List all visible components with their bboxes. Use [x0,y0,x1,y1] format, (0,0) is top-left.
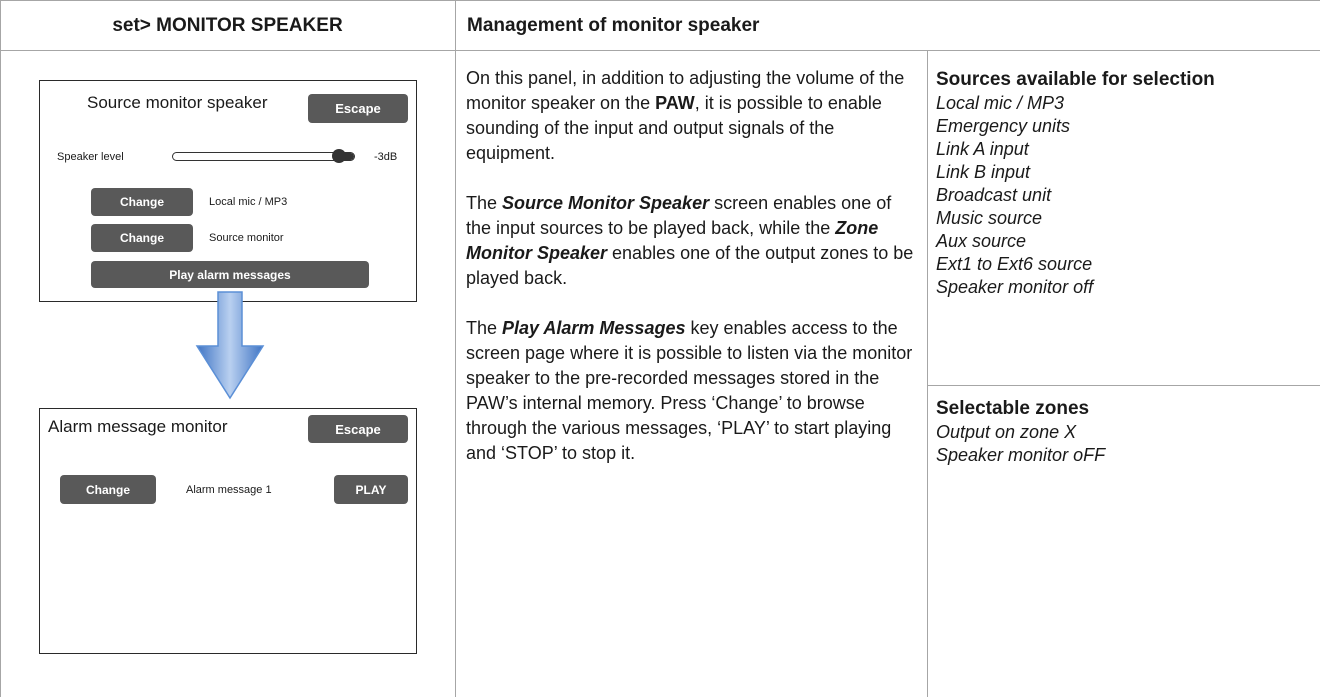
speaker-level-label: Speaker level [57,151,124,163]
description-paragraph-2: The Source Monitor Speaker screen enable… [466,191,921,291]
list-item: Ext1 to Ext6 source [936,254,1093,274]
list-item: Local mic / MP3 [936,93,1065,113]
speaker-level-value: -3dB [374,151,398,163]
sources-title: Sources available for selection [936,69,1215,90]
list-item: Aux source [936,231,1027,251]
bold-italic-text: Source Monitor Speaker [502,193,710,213]
alarm-message-monitor-panel: Alarm message monitor Escape Change Alar… [39,408,417,654]
current-source-value: Local mic / MP3 [209,196,288,208]
list-item: Broadcast unit [936,185,1052,205]
description-paragraph-1: On this panel, in addition to adjusting … [466,66,921,166]
text-span: The [466,193,503,213]
change-monitor-button[interactable]: Change [91,224,193,252]
change-message-button[interactable]: Change [60,475,156,504]
down-arrow-icon [195,291,265,400]
bold-text: PAW [655,93,695,113]
slider-thumb[interactable] [332,149,346,163]
sources-section: Sources available for selection Local mi… [936,68,1316,299]
list-item: Speaker monitor off [936,277,1094,297]
table-left-border [0,0,1,697]
text-span: key enables access to the screen page wh… [466,318,913,463]
speaker-level-slider[interactable] [172,149,355,163]
inner-column-divider [927,50,928,697]
play-button[interactable]: PLAY [334,475,408,504]
play-alarm-messages-button[interactable]: Play alarm messages [91,261,369,288]
list-item: Speaker monitor oFF [936,445,1106,465]
description-paragraph-3: The Play Alarm Messages key enables acce… [466,316,921,466]
description-text: On this panel, in addition to adjusting … [466,66,921,491]
header-left-title: set> MONITOR SPEAKER [112,15,343,36]
change-source-button[interactable]: Change [91,188,193,216]
header-divider [0,50,1320,51]
lists-divider [927,385,1320,386]
source-monitor-value: Source monitor [209,232,284,244]
text-span: The [466,318,503,338]
column-divider [455,0,456,697]
list-item: Emergency units [936,116,1071,136]
header-right-title: Management of monitor speaker [467,15,760,36]
list-item: Link A input [936,139,1029,159]
alarm-message-name: Alarm message 1 [186,484,272,496]
table-top-border [0,0,1320,1]
list-item: Link B input [936,162,1031,182]
escape-button[interactable]: Escape [308,415,408,443]
panel-title: Alarm message monitor [48,417,228,436]
bold-italic-text: Play Alarm Messages [502,318,686,338]
escape-button[interactable]: Escape [308,94,408,123]
source-monitor-panel: Source monitor speaker Escape Speaker le… [39,80,417,302]
list-item: Output on zone X [936,422,1077,442]
list-item: Music source [936,208,1043,228]
zones-section: Selectable zones Output on zone X Speake… [936,397,1316,467]
panel-title: Source monitor speaker [87,93,268,112]
zones-title: Selectable zones [936,398,1090,419]
